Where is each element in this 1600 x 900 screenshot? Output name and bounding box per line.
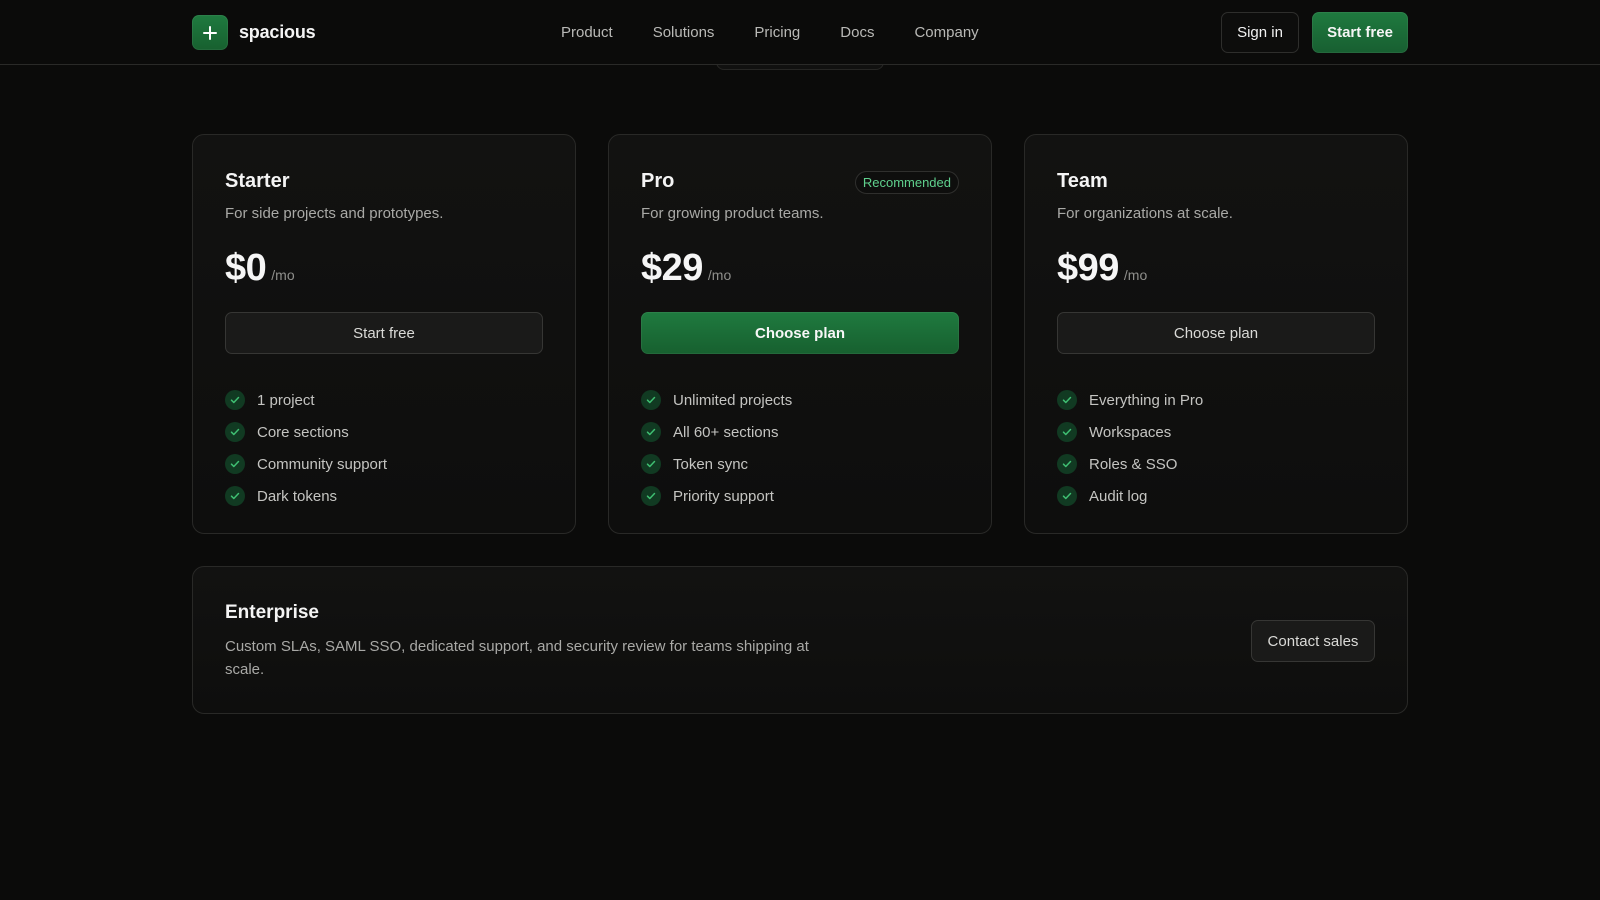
- feature-item: Priority support: [641, 480, 792, 512]
- feature-item: Audit log: [1057, 480, 1203, 512]
- feature-item: Workspaces: [1057, 416, 1203, 448]
- feature-item: Unlimited projects: [641, 384, 792, 416]
- check-icon: [1057, 422, 1077, 442]
- plan-period: /mo: [271, 267, 295, 283]
- feature-label: All 60+ sections: [673, 423, 779, 441]
- brand-name: spacious: [239, 22, 316, 42]
- feature-label: Community support: [257, 455, 388, 473]
- plan-description: For organizations at scale.: [1057, 205, 1233, 222]
- plan-price-row: $99 /mo: [1057, 247, 1147, 290]
- feature-item: Everything in Pro: [1057, 384, 1203, 416]
- enterprise-description: Custom SLAs, SAML SSO, dedicated support…: [225, 638, 809, 678]
- plan-card-pro: Pro Recommended For growing product team…: [608, 134, 992, 534]
- plan-card-team: Team For organizations at scale. $99 /mo…: [1024, 134, 1408, 534]
- nav-links: Product Solutions Pricing Docs Company: [561, 0, 979, 64]
- feature-label: Workspaces: [1089, 423, 1172, 441]
- check-icon: [1057, 390, 1077, 410]
- plan-name: Team: [1057, 170, 1108, 192]
- plan-period: /mo: [707, 267, 732, 283]
- nav-link-pricing[interactable]: Pricing: [754, 24, 800, 41]
- check-icon: [225, 486, 245, 506]
- feature-item: Roles & SSO: [1057, 448, 1203, 480]
- feature-item: All 60+ sections: [641, 416, 792, 448]
- check-icon: [225, 390, 245, 410]
- plan-description: For growing product teams.: [641, 205, 824, 222]
- nav-link-company[interactable]: Company: [914, 24, 978, 41]
- check-icon: [1057, 454, 1077, 474]
- plan-period: /mo: [1123, 267, 1148, 283]
- feature-label: Token sync: [673, 455, 749, 473]
- plus-icon: [192, 15, 228, 50]
- plan-name: Starter: [225, 170, 290, 192]
- brand[interactable]: spacious: [192, 15, 316, 50]
- plan-name: Pro: [641, 170, 675, 192]
- plan-price-row: $0 /mo: [225, 247, 295, 290]
- recommended-badge: Recommended: [854, 171, 959, 194]
- feature-list: Unlimited projects All 60+ sections Toke…: [641, 384, 792, 512]
- feature-label: Everything in Pro: [1089, 391, 1204, 409]
- feature-label: Core sections: [257, 423, 349, 441]
- check-icon: [225, 454, 245, 474]
- start-free-nav-button[interactable]: Start free: [1312, 12, 1408, 53]
- top-navbar: spacious Product Solutions Pricing Docs …: [0, 0, 1600, 65]
- feature-item: Token sync: [641, 448, 792, 480]
- feature-label: Audit log: [1089, 487, 1148, 505]
- plan-description: For side projects and prototypes.: [225, 205, 444, 222]
- feature-item: Core sections: [225, 416, 387, 448]
- nav-link-solutions[interactable]: Solutions: [653, 24, 715, 41]
- feature-item: Community support: [225, 448, 387, 480]
- plan-price: $29: [641, 247, 703, 289]
- plan-card-starter: Starter For side projects and prototypes…: [192, 134, 576, 534]
- nav-link-docs[interactable]: Docs: [840, 24, 874, 41]
- feature-list: Everything in Pro Workspaces Roles & SSO…: [1057, 384, 1203, 512]
- enterprise-card: Enterprise Custom SLAs, SAML SSO, dedica…: [192, 566, 1408, 714]
- enterprise-title: Enterprise: [225, 602, 319, 623]
- check-icon: [641, 422, 661, 442]
- plan-price-row: $29 /mo: [641, 247, 731, 290]
- feature-label: Dark tokens: [257, 487, 338, 505]
- feature-label: Roles & SSO: [1089, 455, 1178, 473]
- feature-list: 1 project Core sections Community suppor…: [225, 384, 387, 512]
- check-icon: [641, 486, 661, 506]
- check-icon: [1057, 486, 1077, 506]
- pro-choose-plan-button[interactable]: Choose plan: [641, 312, 959, 354]
- plan-price: $99: [1057, 247, 1119, 289]
- feature-item: Dark tokens: [225, 480, 387, 512]
- team-choose-plan-button[interactable]: Choose plan: [1057, 312, 1375, 354]
- check-icon: [225, 422, 245, 442]
- contact-sales-button[interactable]: Contact sales: [1251, 620, 1375, 662]
- sign-in-button[interactable]: Sign in: [1221, 12, 1299, 53]
- feature-label: Priority support: [673, 487, 774, 505]
- nav-link-product[interactable]: Product: [561, 24, 613, 41]
- plan-price: $0: [225, 247, 267, 289]
- check-icon: [641, 390, 661, 410]
- feature-item: 1 project: [225, 384, 387, 416]
- check-icon: [641, 454, 661, 474]
- starter-start-free-button[interactable]: Start free: [225, 312, 543, 354]
- feature-label: Unlimited projects: [673, 391, 793, 409]
- feature-label: 1 project: [257, 391, 315, 409]
